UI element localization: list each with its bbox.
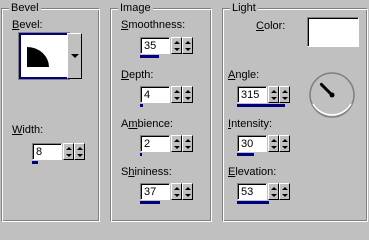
shininess-level-bar[interactable]: [140, 201, 160, 204]
down-arrow-icon: [282, 97, 288, 100]
intensity-input[interactable]: 30: [237, 135, 267, 152]
depth-stepper[interactable]: [171, 86, 182, 103]
up-arrow-icon: [185, 187, 191, 190]
width-fine-button[interactable]: [74, 143, 85, 160]
ambience-spinner[interactable]: 2: [140, 135, 195, 156]
up-arrow-icon: [271, 90, 277, 93]
angle-level-bar[interactable]: [237, 104, 285, 107]
ambience-input[interactable]: 2: [140, 135, 170, 152]
up-arrow-icon: [282, 90, 288, 93]
up-arrow-icon: [174, 139, 180, 142]
intensity-fine-button[interactable]: [279, 135, 290, 152]
up-arrow-icon: [282, 139, 288, 142]
shininess-spinner[interactable]: 37: [140, 183, 195, 204]
up-arrow-icon: [185, 90, 191, 93]
up-arrow-icon: [185, 139, 191, 142]
down-arrow-icon: [185, 97, 191, 100]
down-arrow-icon: [271, 194, 277, 197]
bevel-preview[interactable]: [18, 32, 70, 80]
up-arrow-icon: [271, 139, 277, 142]
down-arrow-icon: [282, 146, 288, 149]
down-arrow-icon: [271, 97, 277, 100]
bevel-label: Bevel:: [12, 19, 43, 31]
width-spinner[interactable]: 8: [32, 143, 87, 164]
width-input[interactable]: 8: [32, 143, 62, 160]
width-label: Width:: [12, 124, 44, 136]
width-level-bar[interactable]: [32, 161, 38, 164]
ambience-stepper[interactable]: [171, 135, 182, 152]
down-arrow-icon: [174, 48, 180, 51]
color-label: Color:: [256, 20, 286, 32]
image-legend: Image: [118, 1, 153, 15]
angle-fine-button[interactable]: [279, 86, 290, 103]
elevation-stepper[interactable]: [268, 183, 279, 200]
up-arrow-icon: [185, 41, 191, 44]
light-color-swatch[interactable]: [307, 17, 359, 47]
down-arrow-icon: [174, 146, 180, 149]
intensity-stepper[interactable]: [268, 135, 279, 152]
angle-dial-icon[interactable]: [307, 70, 357, 120]
elevation-input[interactable]: 53: [237, 183, 267, 200]
down-arrow-icon: [174, 97, 180, 100]
intensity-spinner[interactable]: 30: [237, 135, 292, 156]
down-arrow-icon: [271, 146, 277, 149]
ambience-fine-button[interactable]: [182, 135, 193, 152]
down-arrow-icon: [174, 194, 180, 197]
down-arrow-icon: [185, 48, 191, 51]
up-arrow-icon: [174, 187, 180, 190]
chevron-down-icon: [70, 54, 79, 58]
ambience-label: Ambience:: [121, 118, 173, 130]
up-arrow-icon: [282, 187, 288, 190]
smoothness-stepper[interactable]: [171, 37, 182, 54]
angle-input[interactable]: 315: [237, 86, 267, 103]
elevation-fine-button[interactable]: [279, 183, 290, 200]
smoothness-input[interactable]: 35: [140, 37, 170, 54]
width-stepper[interactable]: [63, 143, 74, 160]
smoothness-label: Smoothness:: [121, 19, 186, 31]
bevel-legend: Bevel: [9, 1, 41, 15]
shininess-fine-button[interactable]: [182, 183, 193, 200]
up-arrow-icon: [174, 41, 180, 44]
light-legend: Light: [230, 1, 258, 15]
angle-stepper[interactable]: [268, 86, 279, 103]
smoothness-spinner[interactable]: 35: [140, 37, 195, 58]
angle-label: Angle:: [228, 69, 260, 81]
down-arrow-icon: [185, 194, 191, 197]
elevation-level-bar[interactable]: [237, 201, 269, 204]
depth-fine-button[interactable]: [182, 86, 193, 103]
intensity-label: Intensity:: [228, 118, 273, 130]
up-arrow-icon: [271, 187, 277, 190]
shininess-stepper[interactable]: [171, 183, 182, 200]
up-arrow-icon: [77, 147, 83, 150]
quarter-round-bevel-icon: [27, 47, 49, 67]
down-arrow-icon: [185, 146, 191, 149]
down-arrow-icon: [77, 154, 83, 157]
shininess-label: Shininess:: [121, 166, 172, 178]
intensity-level-bar[interactable]: [237, 153, 254, 156]
smoothness-fine-button[interactable]: [182, 37, 193, 54]
elevation-label: Elevation:: [228, 166, 277, 178]
up-arrow-icon: [174, 90, 180, 93]
angle-spinner[interactable]: 315: [237, 86, 292, 107]
down-arrow-icon: [282, 194, 288, 197]
bevel-dropdown-button[interactable]: [67, 33, 82, 79]
depth-spinner[interactable]: 4: [140, 86, 195, 107]
depth-input[interactable]: 4: [140, 86, 170, 103]
elevation-spinner[interactable]: 53: [237, 183, 292, 204]
depth-label: Depth:: [121, 69, 154, 81]
smoothness-level-bar[interactable]: [140, 55, 159, 58]
depth-level-bar[interactable]: [140, 104, 143, 107]
ambience-level-bar[interactable]: [140, 153, 142, 156]
up-arrow-icon: [66, 147, 72, 150]
shininess-input[interactable]: 37: [140, 183, 170, 200]
down-arrow-icon: [66, 154, 72, 157]
